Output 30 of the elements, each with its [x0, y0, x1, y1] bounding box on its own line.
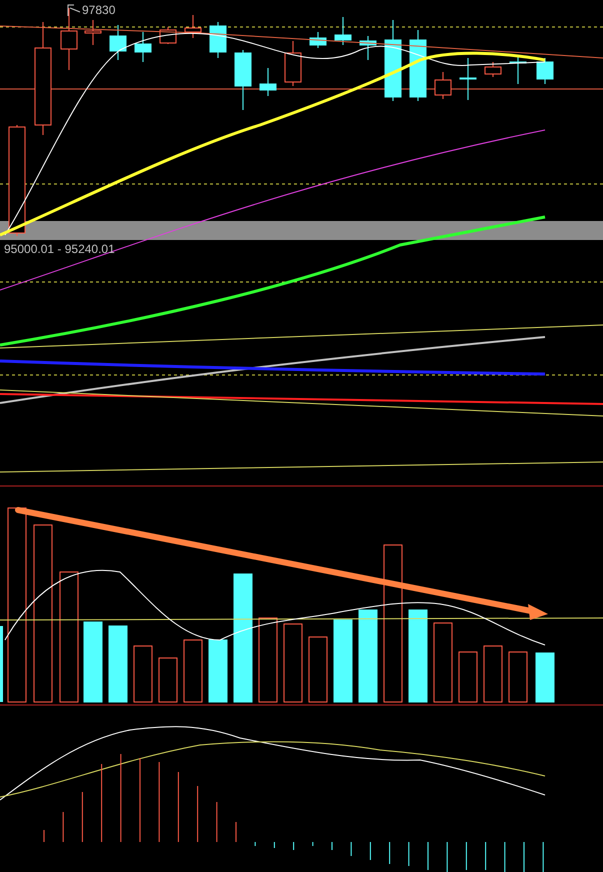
candlestick: [234, 50, 252, 110]
high-marker-icon: [68, 4, 80, 16]
candlestick: [434, 72, 452, 100]
candlestick: [410, 30, 426, 102]
volume-bar: [158, 658, 178, 702]
volume-bar: [134, 646, 152, 702]
candlestick: [484, 62, 502, 78]
candlestick: [360, 36, 376, 60]
volume-bar: [458, 652, 478, 702]
candlestick: [310, 32, 326, 48]
candlestick: [460, 58, 476, 100]
candlestick: [334, 16, 352, 46]
volume-bar: [484, 646, 502, 702]
candlestick: [284, 40, 302, 86]
candlestick: [60, 8, 78, 70]
volume-bar: [184, 640, 202, 702]
volume-bar: [208, 640, 228, 702]
candlestick: [510, 54, 526, 84]
candlestick: [110, 24, 126, 60]
price-range-label: 95000.01 - 95240.01: [4, 242, 115, 256]
candlestick: [260, 68, 276, 96]
candlestick: [536, 58, 554, 84]
candlestick: [184, 14, 202, 38]
candlestick: [210, 22, 226, 58]
volume-bar: [536, 652, 554, 702]
volume-bar: [508, 652, 528, 702]
candlestick: [84, 20, 102, 46]
candlestick: [134, 32, 152, 62]
volume-bar: [308, 636, 328, 702]
high-price-label: 97830: [82, 3, 116, 17]
